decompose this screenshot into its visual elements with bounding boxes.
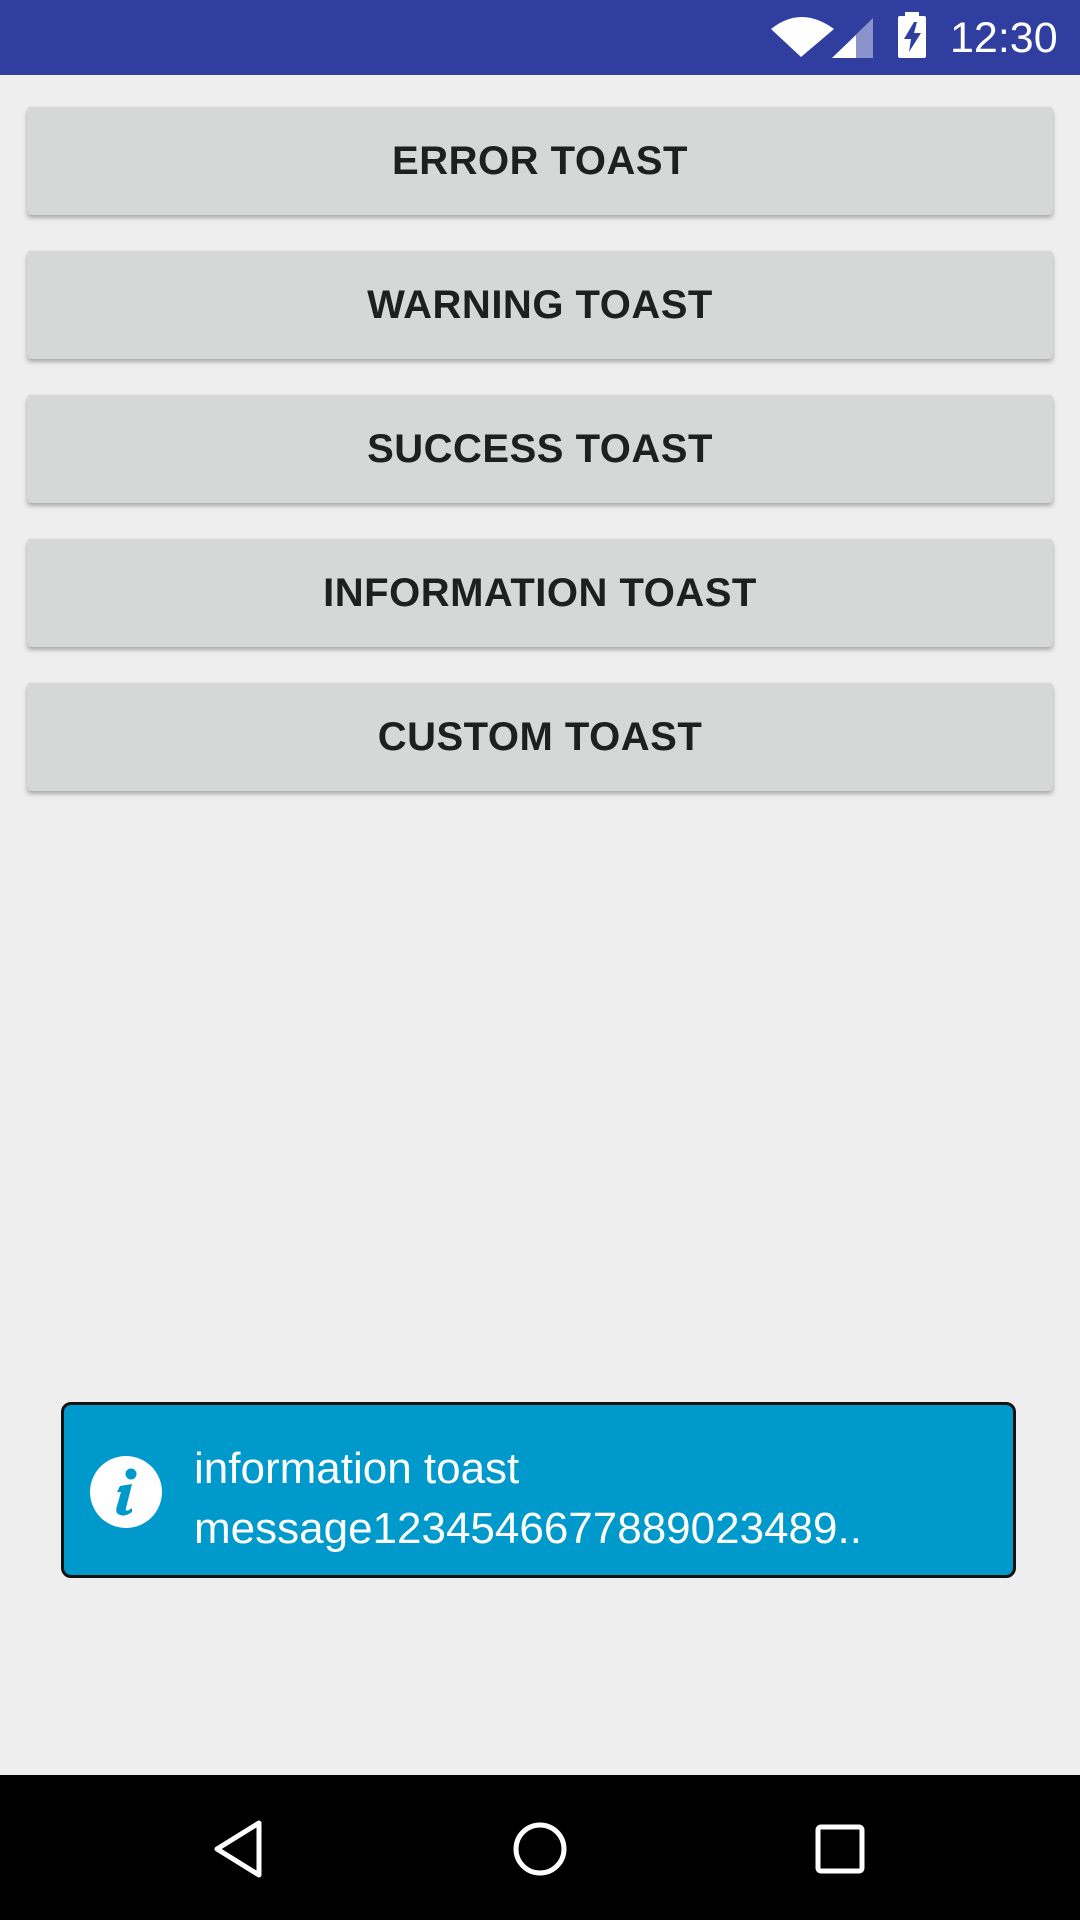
cellular-signal-icon — [832, 18, 873, 58]
information-toast: information toast message123454667788902… — [61, 1402, 1016, 1578]
success-toast-button[interactable]: SUCCESS TOAST — [27, 395, 1053, 503]
back-icon[interactable] — [207, 1817, 271, 1881]
toast-message: information toast message123454667788902… — [194, 1444, 862, 1553]
status-bar: 12:30 — [0, 0, 1080, 75]
recent-apps-icon[interactable] — [808, 1817, 872, 1881]
custom-toast-button[interactable]: CUSTOM TOAST — [27, 683, 1053, 791]
wifi-icon — [771, 17, 834, 57]
status-icons — [771, 12, 926, 58]
status-time: 12:30 — [950, 14, 1058, 62]
home-icon[interactable] — [508, 1817, 572, 1881]
information-toast-button[interactable]: INFORMATION TOAST — [27, 539, 1053, 647]
info-icon — [90, 1456, 162, 1528]
warning-toast-button[interactable]: WARNING TOAST — [27, 251, 1053, 359]
navigation-bar — [0, 1775, 1080, 1920]
battery-charging-icon — [898, 12, 926, 58]
error-toast-button[interactable]: ERROR TOAST — [27, 107, 1053, 215]
